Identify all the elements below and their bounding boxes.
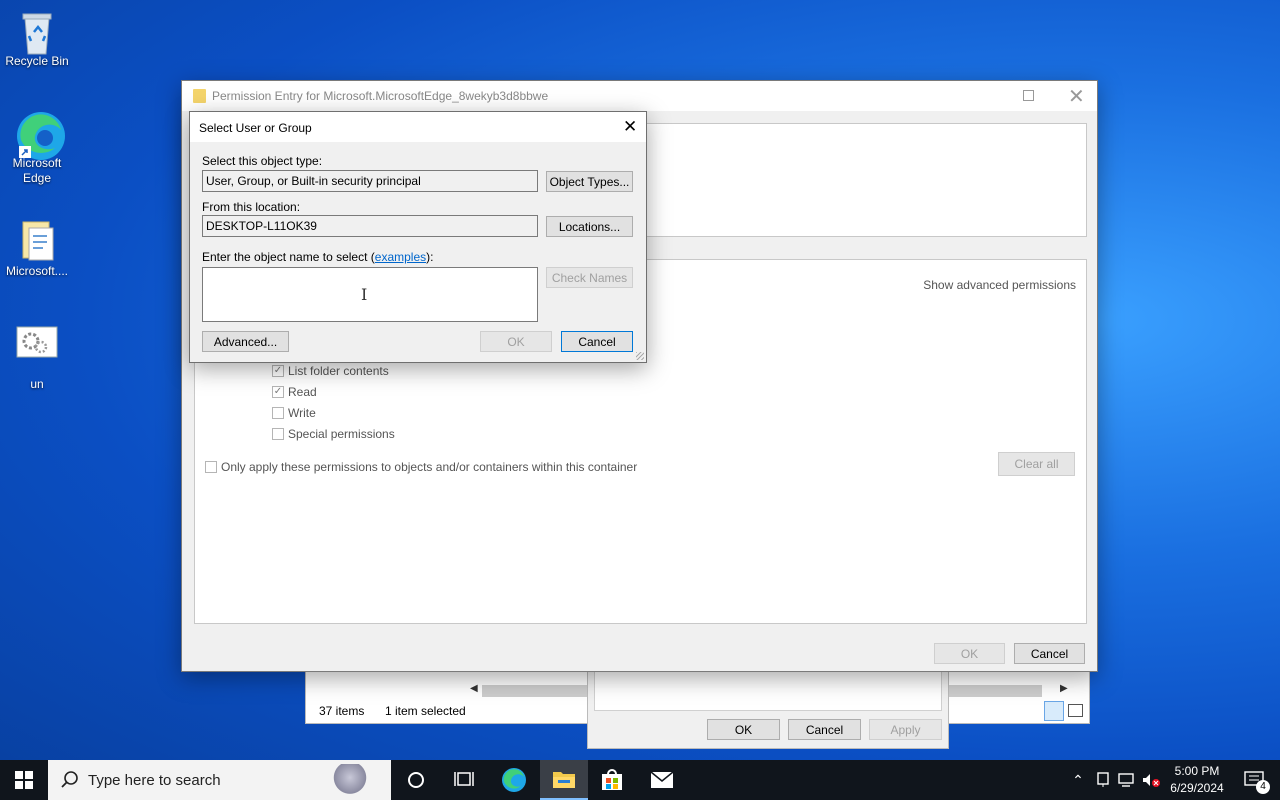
- enter-object-name-label: Enter the object name to select (example…: [202, 250, 433, 264]
- clock-date: 6/29/2024: [1170, 781, 1224, 795]
- clear-all-button[interactable]: Clear all: [998, 452, 1075, 476]
- taskbar: Type here to search ⌃ 5:00 PM 6/29/2024 …: [0, 760, 1280, 800]
- folder-icon: [553, 772, 575, 788]
- taskbar-search-box[interactable]: Type here to search: [48, 760, 391, 800]
- desktop-icon-label: Microsoft....: [5, 264, 68, 278]
- search-icon: [61, 771, 78, 788]
- label-list-folder: List folder contents: [288, 364, 389, 378]
- properties-ok-button[interactable]: OK: [707, 719, 780, 740]
- task-view-button[interactable]: [440, 760, 488, 800]
- desktop-icon-microsoft-file[interactable]: Microsoft....: [3, 218, 71, 278]
- cortana-button[interactable]: [392, 760, 440, 800]
- maximize-icon[interactable]: [1023, 90, 1034, 101]
- notification-center-button[interactable]: 4: [1234, 760, 1274, 800]
- properties-content-box: [594, 669, 942, 711]
- clock[interactable]: 5:00 PM 6/29/2024: [1162, 763, 1232, 797]
- scroll-left-arrow[interactable]: ◀: [470, 683, 478, 694]
- windows-logo-icon: [15, 771, 33, 789]
- file-icon: [15, 218, 59, 262]
- folder-icon: [193, 89, 206, 103]
- mail-icon: [650, 771, 674, 788]
- perm-ok-button[interactable]: OK: [934, 643, 1005, 664]
- large-icons-view-icon[interactable]: [1068, 704, 1083, 717]
- status-selected-count: 1 item selected: [385, 704, 466, 718]
- desktop-icon-label: un: [30, 377, 44, 391]
- object-type-label: Select this object type:: [202, 154, 323, 168]
- object-types-button[interactable]: Object Types...: [546, 171, 633, 192]
- locations-button[interactable]: Locations...: [546, 216, 633, 237]
- display-icon[interactable]: [1116, 760, 1138, 800]
- checkbox-special[interactable]: [272, 428, 284, 440]
- details-view-icon[interactable]: [1044, 701, 1064, 721]
- resize-grip-icon[interactable]: [636, 352, 644, 360]
- properties-cancel-button[interactable]: Cancel: [788, 719, 861, 740]
- clock-time: 5:00 PM: [1174, 764, 1220, 778]
- scroll-right-arrow[interactable]: ▶: [1060, 683, 1068, 694]
- taskbar-mail[interactable]: [638, 760, 686, 800]
- enter-label-prefix: Enter the object name to select (: [202, 250, 375, 264]
- store-icon: [602, 769, 622, 790]
- label-read: Read: [288, 385, 317, 399]
- task-view-icon: [454, 772, 474, 786]
- checkbox-list-folder[interactable]: ✓: [272, 365, 284, 377]
- dialog-close-icon[interactable]: ✕: [623, 117, 637, 137]
- search-highlight-icon: [333, 764, 367, 798]
- show-hidden-icons[interactable]: ⌃: [1066, 760, 1090, 800]
- location-label: From this location:: [202, 200, 301, 214]
- checkbox-only-apply[interactable]: [205, 461, 217, 473]
- examples-link[interactable]: examples: [375, 250, 426, 264]
- close-icon[interactable]: ✕: [1068, 84, 1085, 109]
- edge-icon: [502, 768, 526, 792]
- object-name-input[interactable]: [202, 267, 538, 322]
- taskbar-file-explorer[interactable]: [540, 760, 588, 800]
- title-bar[interactable]: Permission Entry for Microsoft.Microsoft…: [182, 81, 1097, 111]
- checkbox-read[interactable]: ✓: [272, 386, 284, 398]
- desktop-icon-microsoft-edge[interactable]: Microsoft Edge: [3, 110, 71, 186]
- label-write: Write: [288, 406, 316, 420]
- dialog-title-bar[interactable]: Select User or Group ✕: [190, 112, 646, 142]
- start-button[interactable]: [0, 760, 48, 800]
- volume-muted-icon[interactable]: [1140, 760, 1162, 800]
- dialog-cancel-button[interactable]: Cancel: [561, 331, 633, 352]
- object-type-field: User, Group, or Built-in security princi…: [202, 170, 538, 192]
- desktop-icon-recycle-bin[interactable]: Recycle Bin: [3, 8, 71, 68]
- taskbar-store[interactable]: [588, 760, 636, 800]
- desktop-icon-label: Recycle Bin: [5, 54, 69, 68]
- network-icon[interactable]: [1092, 760, 1114, 800]
- edge-icon: [15, 110, 65, 160]
- show-advanced-link[interactable]: Show advanced permissions: [923, 278, 1076, 292]
- recycle-bin-icon: [15, 8, 59, 55]
- enter-label-suffix: ):: [426, 250, 434, 264]
- check-names-button[interactable]: Check Names: [546, 267, 633, 288]
- search-placeholder: Type here to search: [88, 772, 221, 789]
- dialog-title: Select User or Group: [199, 121, 312, 135]
- location-field: DESKTOP-L11OK39: [202, 215, 538, 237]
- desktop-icon-un[interactable]: un: [3, 325, 71, 391]
- window-title: Permission Entry for Microsoft.Microsoft…: [212, 89, 549, 103]
- properties-apply-button[interactable]: Apply: [869, 719, 942, 740]
- taskbar-edge[interactable]: [490, 760, 538, 800]
- settings-file-icon: [15, 325, 59, 369]
- select-user-dialog: Select User or Group ✕ Select this objec…: [189, 111, 647, 363]
- text-cursor-icon: I: [361, 285, 368, 304]
- properties-window: OK Cancel Apply: [587, 668, 949, 749]
- advanced-button[interactable]: Advanced...: [202, 331, 289, 352]
- notification-badge: 4: [1256, 780, 1270, 794]
- status-item-count: 37 items: [319, 704, 365, 718]
- label-only-apply: Only apply these permissions to objects …: [221, 460, 638, 474]
- dialog-ok-button[interactable]: OK: [480, 331, 552, 352]
- checkbox-write[interactable]: [272, 407, 284, 419]
- perm-cancel-button[interactable]: Cancel: [1014, 643, 1085, 664]
- cortana-icon: [408, 772, 424, 788]
- label-special: Special permissions: [288, 427, 395, 441]
